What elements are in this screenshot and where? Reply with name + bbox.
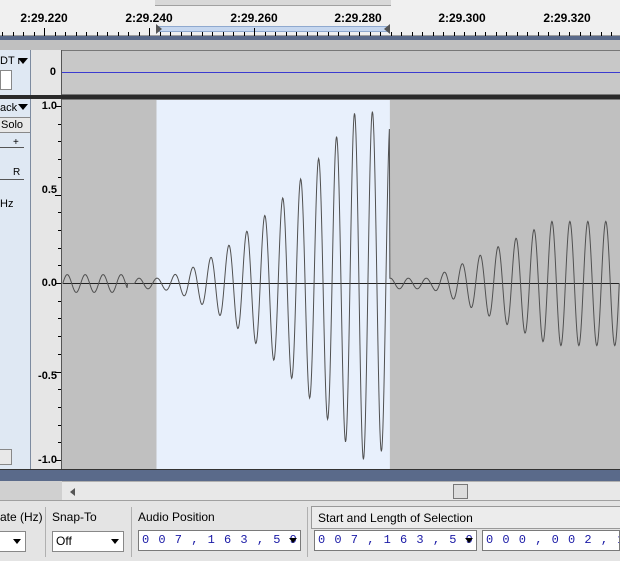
vruler-tick	[58, 442, 61, 443]
vruler-tick	[58, 177, 61, 178]
chevron-down-icon[interactable]	[289, 538, 297, 543]
scrollbar-spacer	[0, 481, 62, 500]
ruler-tick	[44, 28, 45, 36]
ruler-tick-label: 2:29.260	[230, 11, 278, 25]
track-name[interactable]: ack	[0, 102, 17, 114]
label-track-lane[interactable]	[62, 50, 620, 95]
ruler-divider	[0, 36, 620, 50]
vruler-tick	[55, 372, 61, 373]
snap-to-value: Off	[56, 534, 72, 548]
selection-highlight	[156, 100, 390, 469]
vruler-tick	[58, 318, 61, 319]
snap-to-select[interactable]: Off	[52, 531, 124, 552]
vruler-tick	[58, 124, 61, 125]
audio-track: ack Solo + R Hz 1.0 0.5 0.0 -0.5 -1.0	[0, 99, 620, 469]
selection-mode-select[interactable]: Start and Length of Selection	[311, 506, 620, 529]
ruler-tick-label: 2:29.220	[20, 11, 68, 25]
label-track-box[interactable]	[0, 70, 12, 90]
audio-track-vertical-ruler: 1.0 0.5 0.0 -0.5 -1.0	[31, 99, 62, 469]
sample-rate-label: Hz	[0, 198, 14, 210]
chevron-down-icon[interactable]	[465, 538, 473, 543]
track-bottom-border	[0, 469, 620, 481]
ruler-tick	[149, 28, 150, 36]
solo-button[interactable]: Solo	[0, 117, 30, 133]
audio-position-field[interactable]: 0 0 7 , 1 6 3 , 5 9 1 samples	[138, 530, 301, 551]
selection-start-value: 0 0 7 , 1 6 3 , 5 9 1 samples	[318, 533, 476, 547]
selection-length-value: 0 0 0 , 0 0 2 , 1 6 2 sampl	[486, 533, 619, 547]
vruler-tick	[58, 301, 61, 302]
waveform-display[interactable]	[62, 99, 620, 469]
pan-slider[interactable]	[0, 179, 24, 180]
vruler-tick	[58, 265, 61, 266]
selection-start-arrow[interactable]	[156, 24, 162, 34]
vruler-tick	[58, 159, 61, 160]
vruler-tick	[55, 106, 61, 107]
scroll-left-arrow-icon[interactable]	[70, 488, 75, 496]
vruler-tick	[58, 354, 61, 355]
pan-right-label: R	[13, 167, 21, 178]
chevron-down-icon	[13, 539, 21, 544]
label-track: DT r 0	[0, 50, 620, 95]
vruler-tick	[58, 230, 61, 231]
vruler-label: 0	[49, 66, 56, 78]
track-menu-arrow-icon[interactable]	[18, 104, 28, 110]
vruler-tick	[58, 248, 61, 249]
selection-end-arrow[interactable]	[384, 24, 390, 34]
selection-mode-label: Start and Length of Selection	[318, 511, 473, 525]
vruler-tick	[55, 195, 61, 196]
ruler-tick	[254, 28, 255, 36]
scrollbar-thumb[interactable]	[453, 484, 468, 499]
project-rate-label: ate (Hz)	[0, 510, 43, 524]
vruler-tick	[58, 425, 61, 426]
project-rate-combo[interactable]	[0, 531, 26, 552]
ruler-tick-label: 2:29.280	[334, 11, 382, 25]
gain-plus-label: +	[13, 137, 19, 148]
label-track-line	[62, 72, 620, 73]
audio-track-control-panel: ack Solo + R Hz	[0, 99, 31, 469]
audio-position-value: 0 0 7 , 1 6 3 , 5 9 1 samples	[142, 533, 300, 547]
label-track-control-panel: DT r	[0, 50, 31, 95]
ruler-tick-label: 2:29.240	[125, 11, 173, 25]
ruler-tick-label: 2:29.320	[543, 11, 591, 25]
vruler-tick	[58, 407, 61, 408]
toolbar-separator	[307, 507, 308, 557]
ruler-tick-label: 2:29.300	[438, 11, 486, 25]
audio-position-label: Audio Position	[138, 510, 215, 524]
vruler-tick	[55, 460, 61, 461]
chevron-down-icon	[111, 539, 119, 544]
vruler-tick	[58, 389, 61, 390]
timeline-ruler[interactable]: 2:29.220 2:29.240 2:29.260 2:29.280 2:29…	[0, 0, 620, 36]
vruler-tick	[58, 336, 61, 337]
toolbar-separator	[45, 507, 46, 557]
toolbar-separator	[131, 507, 132, 557]
snap-to-label: Snap-To	[52, 510, 97, 524]
selection-tab-strip	[155, 0, 391, 6]
collapse-button[interactable]	[0, 449, 12, 465]
gain-slider[interactable]	[0, 147, 24, 148]
vruler-tick	[58, 212, 61, 213]
vruler-tick	[58, 141, 61, 142]
selection-length-field[interactable]: 0 0 0 , 0 0 2 , 1 6 2 sampl	[482, 530, 620, 551]
label-track-vertical-ruler: 0	[31, 50, 62, 95]
selection-toolbar: ate (Hz) Snap-To Off Audio Position 0 0 …	[0, 500, 620, 561]
horizontal-scrollbar[interactable]	[62, 481, 620, 500]
selection-start-field[interactable]: 0 0 7 , 1 6 3 , 5 9 1 samples	[314, 530, 477, 551]
track-menu-arrow-icon[interactable]	[18, 58, 28, 64]
vruler-tick	[55, 283, 61, 284]
